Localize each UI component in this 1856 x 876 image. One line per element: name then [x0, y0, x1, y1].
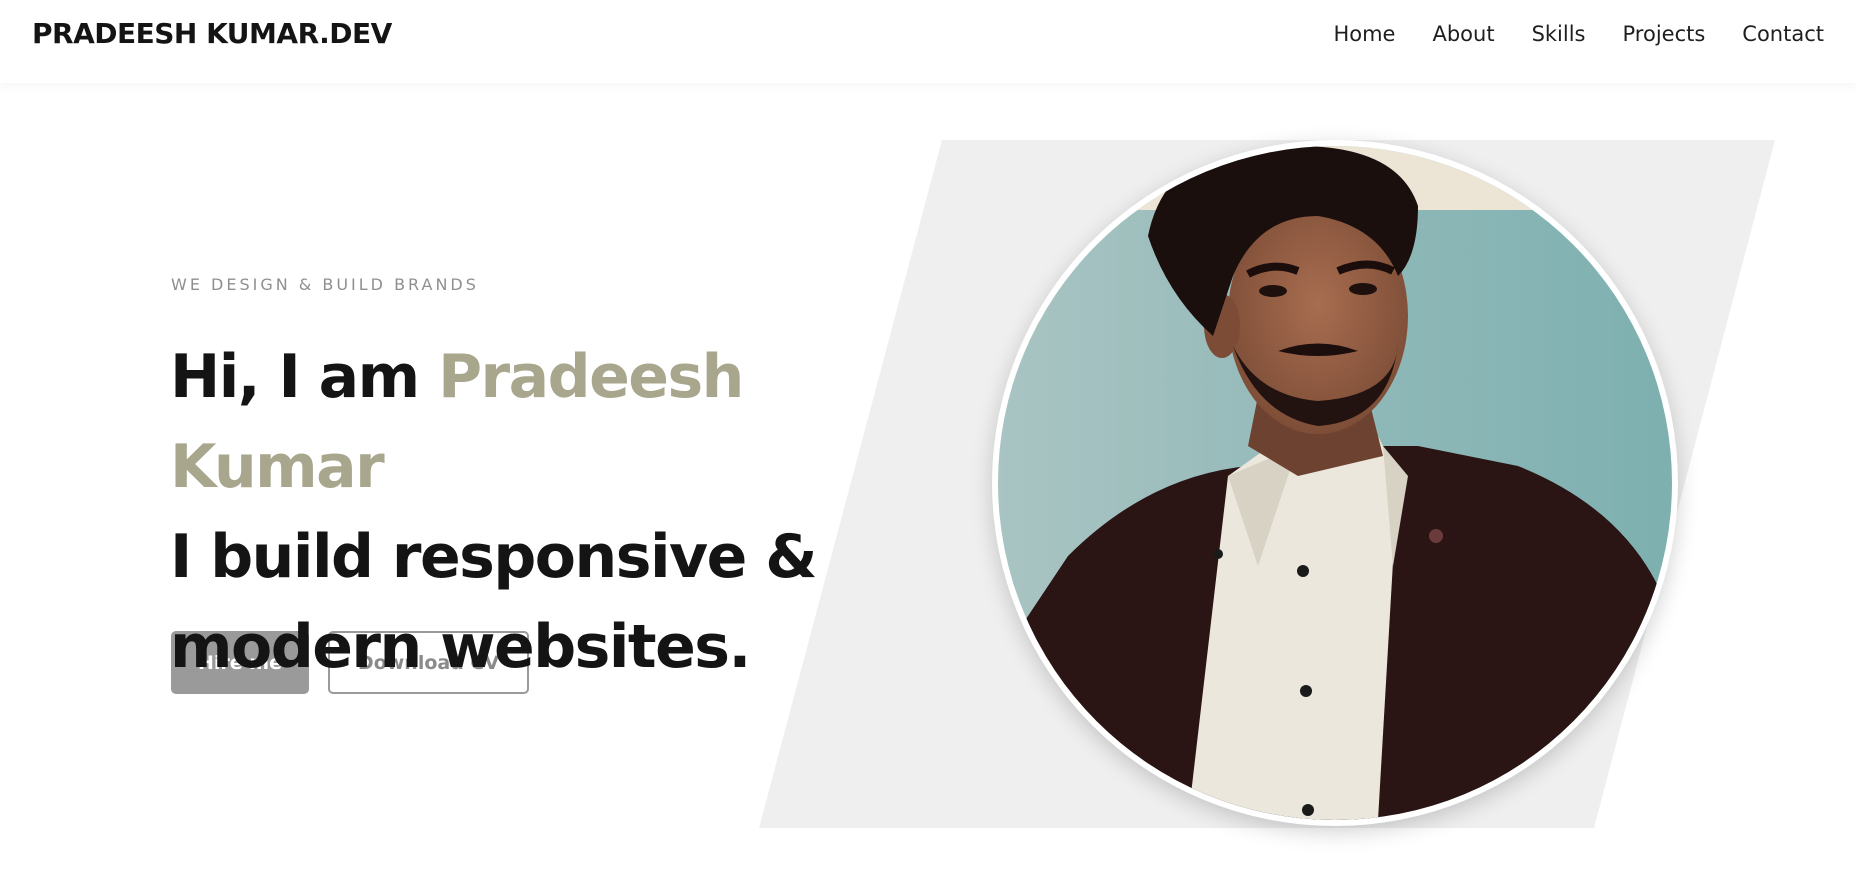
nav-menu: Home About Skills Projects Contact	[1333, 22, 1824, 46]
headline-line-3: modern websites.	[170, 612, 751, 682]
nav-link-projects[interactable]: Projects	[1623, 22, 1706, 46]
nav-link-about[interactable]: About	[1432, 22, 1494, 46]
headline-line-1: Hi, I am Pradeesh Kumar	[170, 332, 970, 512]
profile-photo-frame	[992, 140, 1678, 826]
headline-line-2: I build responsive &	[170, 522, 818, 592]
hero-tagline: WE DESIGN & BUILD BRANDS	[171, 275, 479, 294]
brand-logo[interactable]: PRADEESH KUMAR.DEV	[32, 17, 392, 50]
nav-link-home[interactable]: Home	[1333, 22, 1395, 46]
navbar: PRADEESH KUMAR.DEV Home About Skills Pro…	[0, 0, 1856, 83]
nav-link-contact[interactable]: Contact	[1742, 22, 1824, 46]
hero-headline: Hi, I am Pradeesh Kumar I build responsi…	[170, 332, 970, 692]
headline-greeting: Hi, I am	[170, 342, 439, 412]
nav-link-skills[interactable]: Skills	[1532, 22, 1586, 46]
profile-photo	[998, 146, 1672, 820]
